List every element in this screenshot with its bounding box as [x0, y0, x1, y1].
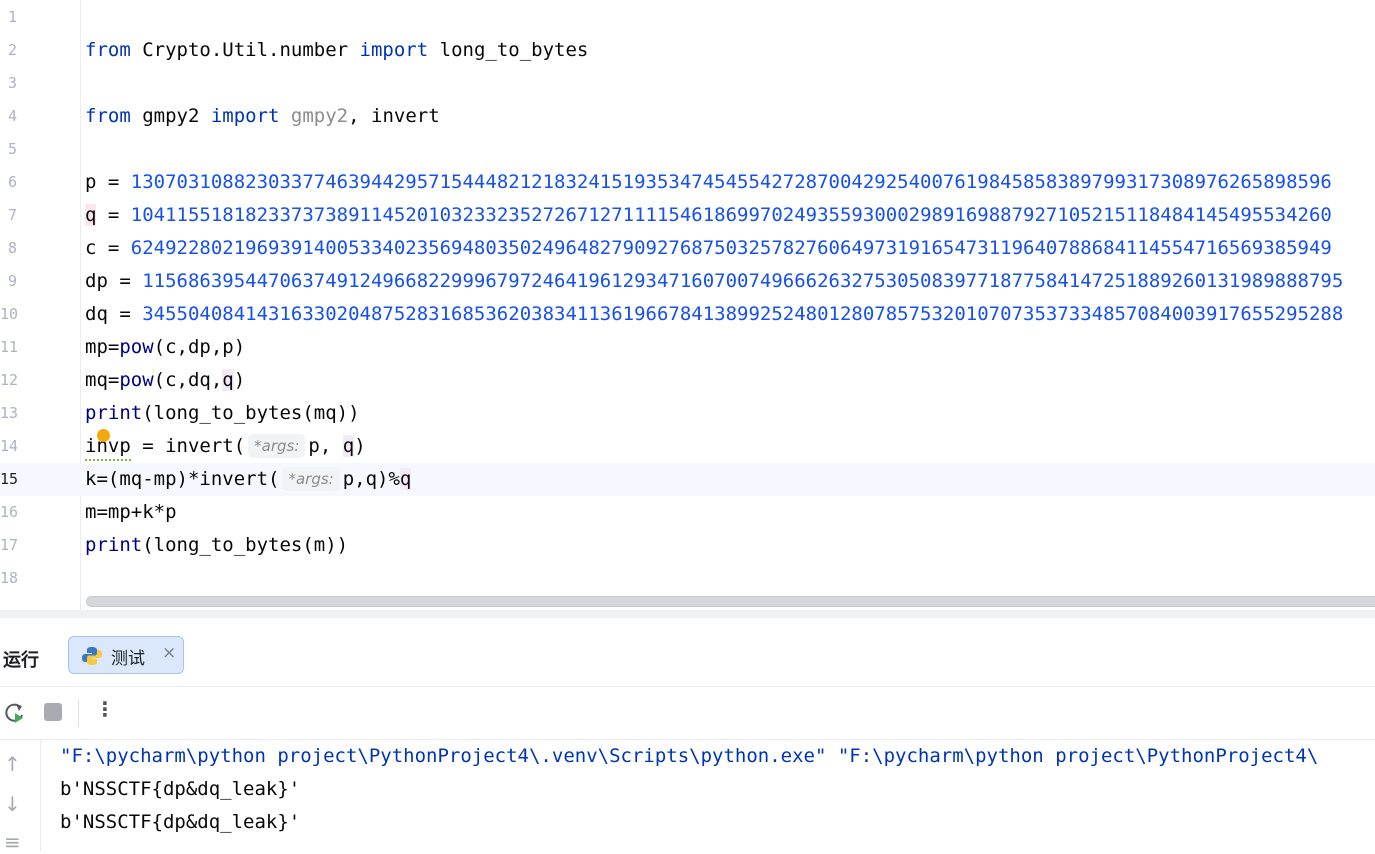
run-panel-title: 运行	[3, 650, 39, 670]
soft-wrap-icon[interactable]: ≡	[4, 830, 21, 854]
line-number: 13	[0, 404, 17, 422]
import-statement: from Crypto.Util.number import long_to_b…	[85, 39, 589, 61]
close-icon[interactable]: ×	[162, 643, 176, 663]
arrow-up-icon[interactable]: ↑	[4, 752, 21, 776]
run-tab[interactable]: 测试 ×	[68, 636, 184, 674]
code-line-6[interactable]: 6 p = 1307031088230337746394429571544482…	[0, 166, 1375, 199]
code-line-5[interactable]: 5	[0, 133, 1375, 166]
code-line-10[interactable]: 10 dq = 34550408414316330204875283168536…	[0, 298, 1375, 331]
weak-warning-underline	[85, 456, 131, 461]
assignment-dq: dq = 34550408414316330204875283168536203…	[85, 303, 1344, 325]
assignment-c: c = 624922802196939140053340235694803502…	[85, 237, 1332, 259]
code-line-9[interactable]: 9 dp = 115686395447063749124966822999679…	[0, 265, 1375, 298]
code-line-8[interactable]: 8 c = 6249228021969391400533402356948035…	[0, 232, 1375, 265]
line-number: 14	[0, 437, 17, 455]
console-side-toolbar: ↑ ↓ ≡	[0, 740, 41, 854]
line-number: 6	[7, 173, 17, 191]
parameter-hint: *args:	[282, 467, 340, 491]
more-options-icon[interactable]: ⋮	[95, 697, 115, 721]
code-line-3[interactable]: 3	[0, 67, 1375, 100]
code-line-11[interactable]: 11 mp=pow(c,dp,p)	[0, 331, 1375, 364]
line-number: 1	[7, 8, 17, 26]
console-output-line: b'NSSCTF{dp&dq_leak}'	[60, 811, 301, 833]
line-number: 3	[7, 74, 17, 92]
line-number: 17	[0, 536, 17, 554]
line-number: 7	[7, 206, 17, 224]
code-line-15[interactable]: 15 k=(mq-mp)*invert(*args: p,q)%q	[0, 463, 1375, 496]
divider	[78, 699, 79, 727]
console-output[interactable]: "F:\pycharm\python project\PythonProject…	[60, 740, 1375, 839]
code-line-4[interactable]: 4 from gmpy2 import gmpy2, invert	[0, 100, 1375, 133]
console-output-line: b'NSSCTF{dp&dq_leak}'	[60, 778, 301, 800]
assignment-q: q = 104115518182337373891145201032332352…	[85, 204, 1332, 226]
line-number: 11	[0, 338, 17, 356]
stop-icon[interactable]	[44, 703, 62, 721]
print-statement: print(long_to_bytes(mq))	[85, 402, 360, 424]
python-icon	[82, 647, 102, 665]
run-tab-label: 测试	[111, 649, 145, 669]
code-line-18[interactable]: 18	[0, 562, 1375, 595]
code-line-14[interactable]: 14 invp = invert(*args: p, q)	[0, 430, 1375, 463]
run-toolbar: ⋮	[0, 687, 1375, 739]
code-editor[interactable]: 1 2 from Crypto.Util.number import long_…	[0, 0, 1375, 610]
assignment-dp: dp = 11568639544706374912496682299967972…	[85, 270, 1344, 292]
statement-m: m=mp+k*p	[85, 501, 177, 523]
line-number: 16	[0, 503, 17, 521]
code-line-16[interactable]: 16 m=mp+k*p	[0, 496, 1375, 529]
print-statement: print(long_to_bytes(m))	[85, 534, 349, 556]
statement-mp: mp=pow(c,dp,p)	[85, 336, 246, 358]
rerun-icon[interactable]	[4, 702, 26, 724]
console-command-line: "F:\pycharm\python project\PythonProject…	[60, 745, 1319, 767]
warning-bulb-icon[interactable]	[97, 429, 110, 442]
code-line-17[interactable]: 17 print(long_to_bytes(m))	[0, 529, 1375, 562]
horizontal-scrollbar[interactable]	[86, 596, 1375, 607]
import-statement: from gmpy2 import gmpy2, invert	[85, 105, 440, 127]
code-line-1[interactable]: 1	[0, 1, 1375, 34]
line-number: 5	[7, 140, 17, 158]
code-line-13[interactable]: 13 print(long_to_bytes(mq))	[0, 397, 1375, 430]
line-number: 18	[0, 569, 17, 587]
statement-k: k=(mq-mp)*invert(*args: p,q)%q	[85, 467, 412, 491]
line-number: 8	[7, 239, 17, 257]
code-line-2[interactable]: 2 from Crypto.Util.number import long_to…	[0, 34, 1375, 67]
line-number: 2	[7, 41, 17, 59]
line-number: 10	[0, 305, 17, 323]
line-number: 4	[7, 107, 17, 125]
statement-mq: mq=pow(c,dq,q)	[85, 369, 246, 391]
parameter-hint: *args:	[248, 434, 306, 458]
code-line-12[interactable]: 12 mq=pow(c,dq,q)	[0, 364, 1375, 397]
line-number: 12	[0, 371, 17, 389]
arrow-down-icon[interactable]: ↓	[4, 792, 21, 816]
line-number: 9	[7, 272, 17, 290]
line-number: 15	[0, 470, 17, 488]
assignment-p: p = 130703108823033774639442957154448212…	[85, 171, 1332, 193]
code-line-7[interactable]: 7 q = 1041155181823373738911452010323323…	[0, 199, 1375, 232]
run-tool-window: 运行 测试 × ⋮ ↑ ↓ ≡ "F:\pycharm\python proje…	[0, 610, 1375, 854]
